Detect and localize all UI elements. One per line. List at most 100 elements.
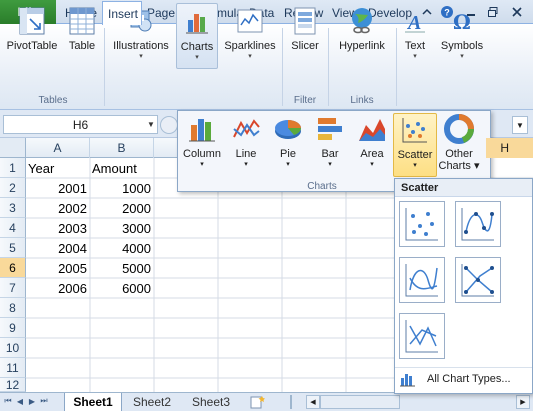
pivottable-label: PivotTable [6, 40, 58, 52]
cell-a4[interactable]: 2003 [26, 218, 90, 238]
window-restore-icon[interactable] [484, 3, 502, 21]
column-header-h[interactable]: H [486, 138, 533, 158]
cell-a7[interactable]: 2006 [26, 278, 90, 298]
table-icon [69, 7, 95, 35]
text-label: Text [404, 40, 426, 52]
group-separator [282, 28, 283, 106]
sheet-tab-sheet2[interactable]: Sheet2 [124, 393, 180, 411]
line-chart-button[interactable]: Line ▾ [224, 113, 268, 177]
pivottable-icon [19, 7, 45, 35]
cell-a3[interactable]: 2002 [26, 198, 90, 218]
column-header-c[interactable] [154, 138, 178, 158]
horizontal-scrollbar[interactable] [320, 395, 400, 409]
row-header[interactable]: 9 [0, 318, 26, 338]
row-header[interactable]: 7 [0, 278, 26, 298]
hyperlink-label: Hyperlink [339, 40, 385, 52]
prev-sheet-icon[interactable]: ◀ [15, 395, 25, 407]
cell-a1[interactable]: Year [26, 158, 90, 178]
charts-label: Charts [180, 41, 214, 53]
svg-text:Ω: Ω [453, 10, 471, 34]
scatter-chart-label: Scatter [397, 149, 433, 161]
next-sheet-icon[interactable]: ▶ [27, 395, 37, 407]
hyperlink-icon [352, 8, 372, 34]
row-header[interactable]: 4 [0, 218, 26, 238]
scatter-markers-only-option[interactable] [399, 201, 445, 247]
sheet-tab-sheet1[interactable]: Sheet1 [64, 393, 122, 411]
pivottable-button[interactable]: PivotTable [4, 3, 60, 69]
symbols-icon: Ω [453, 10, 471, 34]
row-header[interactable]: 12 [0, 378, 26, 392]
cell-b4[interactable]: 3000 [90, 218, 154, 238]
row-header[interactable]: 8 [0, 298, 26, 318]
row-header[interactable]: 3 [0, 198, 26, 218]
row-header[interactable]: 2 [0, 178, 26, 198]
table-label: Table [68, 40, 96, 52]
group-label-tables: Tables [38, 95, 68, 106]
column-chart-label: Column [183, 148, 221, 160]
row-header[interactable]: 1 [0, 158, 26, 178]
slicer-label: Slicer [291, 40, 319, 52]
symbols-button[interactable]: Ω Symbols ▾ [440, 3, 484, 69]
formula-expand-icon[interactable]: ▼ [512, 116, 528, 134]
row-header-selected[interactable]: 6 [0, 258, 26, 278]
scatter-straight-lines-option[interactable] [399, 313, 445, 359]
tab-split-handle[interactable] [290, 395, 302, 409]
cell-a2[interactable]: 2001 [26, 178, 90, 198]
line-dropdown-arrow: ▾ [244, 161, 248, 168]
symbols-dropdown-arrow: ▾ [460, 53, 464, 60]
charts-button[interactable]: Charts ▾ [176, 3, 218, 69]
pie-chart-button[interactable]: Pie ▾ [266, 113, 310, 177]
column-chart-button[interactable]: Column ▾ [180, 113, 224, 177]
name-box[interactable]: H6 [3, 115, 158, 134]
row-header[interactable]: 11 [0, 358, 26, 378]
cell-b5[interactable]: 4000 [90, 238, 154, 258]
scatter-markers-icon [405, 208, 438, 241]
cell-a5[interactable]: 2004 [26, 238, 90, 258]
cell-b7[interactable]: 6000 [90, 278, 154, 298]
scatter-smooth-markers-icon [461, 208, 494, 241]
scatter-straight-lines-markers-option[interactable] [455, 257, 501, 303]
text-button[interactable]: A Text ▾ [398, 3, 432, 69]
tab-insert[interactable]: Insert [102, 1, 142, 25]
first-sheet-icon[interactable]: ⏮ [3, 395, 13, 407]
column-header-a[interactable]: A [26, 138, 90, 158]
line-chart-label: Line [235, 148, 257, 160]
bar-chart-button[interactable]: Bar ▾ [308, 113, 352, 177]
sparklines-button[interactable]: Sparklines ▾ [222, 3, 278, 69]
scatter-chart-button[interactable]: Scatter ▾ [393, 113, 437, 177]
formula-cancel-icon[interactable] [160, 116, 178, 134]
cell-b1[interactable]: Amount [90, 158, 154, 178]
sheet-tab-sheet3[interactable]: Sheet3 [182, 393, 240, 411]
other-charts-button[interactable]: Other Charts ▾ [436, 113, 482, 177]
other-charts-icon [444, 114, 474, 144]
scatter-dropdown-arrow: ▾ [413, 162, 417, 169]
window-close-icon[interactable] [508, 3, 526, 21]
scroll-right-icon[interactable]: ▶ [516, 395, 530, 409]
row-header[interactable]: 5 [0, 238, 26, 258]
sparklines-label: Sparklines [224, 40, 276, 52]
hyperlink-button[interactable]: Hyperlink [332, 3, 392, 69]
scroll-left-icon[interactable]: ◀ [306, 395, 320, 409]
insert-sheet-icon[interactable] [250, 395, 268, 409]
column-header-b[interactable]: B [90, 138, 154, 158]
area-chart-button[interactable]: Area ▾ [350, 113, 394, 177]
scatter-smooth-lines-icon [405, 264, 438, 297]
bar-chart-label: Bar [321, 148, 339, 160]
select-all-corner[interactable] [0, 138, 26, 158]
table-button[interactable]: Table [62, 3, 102, 69]
all-chart-types-option[interactable]: All Chart Types... [395, 367, 532, 389]
scatter-straight-markers-icon [461, 264, 494, 297]
last-sheet-icon[interactable]: ⏭ [39, 395, 49, 407]
name-box-dropdown-icon[interactable]: ▼ [146, 117, 156, 131]
cell-a6[interactable]: 2005 [26, 258, 90, 278]
row-header[interactable]: 10 [0, 338, 26, 358]
scatter-smooth-lines-markers-option[interactable] [455, 201, 501, 247]
cell-b6[interactable]: 5000 [90, 258, 154, 278]
cell-b3[interactable]: 2000 [90, 198, 154, 218]
illustrations-dropdown-arrow: ▾ [139, 53, 143, 60]
cell-b2[interactable]: 1000 [90, 178, 154, 198]
scatter-smooth-lines-option[interactable] [399, 257, 445, 303]
slicer-button[interactable]: Slicer [286, 3, 324, 69]
text-icon: A [405, 12, 425, 34]
text-dropdown-arrow: ▾ [413, 53, 417, 60]
